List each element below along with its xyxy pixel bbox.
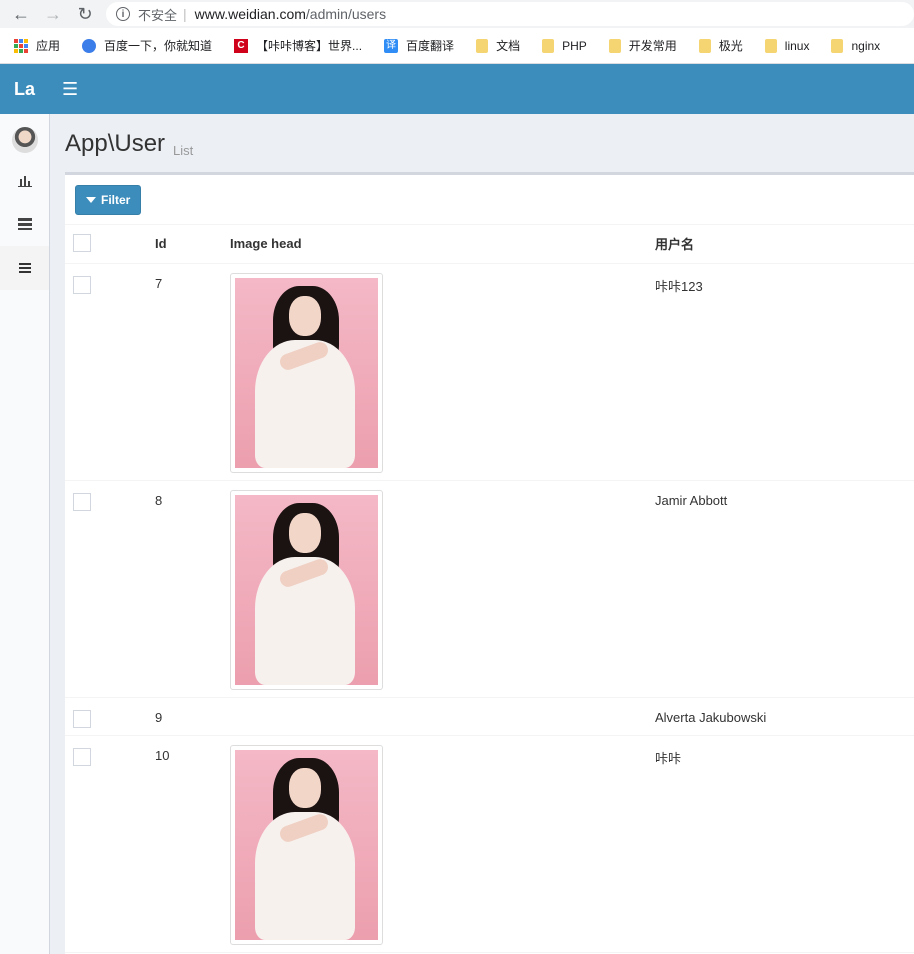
user-photo bbox=[235, 494, 378, 685]
app-header: La ☰ bbox=[0, 64, 914, 114]
image-cell bbox=[230, 697, 655, 736]
users-table: Id Image head 用户名 7 咔咔123 8 Jamir Abbott… bbox=[65, 225, 914, 953]
bookmark-label: nginx bbox=[851, 38, 881, 53]
info-icon[interactable]: i bbox=[116, 7, 130, 21]
row-select-cell bbox=[65, 263, 155, 481]
username-cell: Jamir Abbott bbox=[655, 480, 914, 698]
bookmark-label: 应用 bbox=[36, 39, 61, 53]
address-bar[interactable]: i 不安全 | www.weidian.com/admin/users bbox=[106, 2, 914, 26]
content-header: App\User List bbox=[65, 114, 914, 172]
image-head-thumbnail[interactable] bbox=[230, 489, 383, 690]
table-row: 7 咔咔123 bbox=[65, 263, 914, 481]
box-toolbar: Filter bbox=[65, 175, 914, 225]
page-subtitle: List bbox=[173, 143, 194, 158]
translate-icon: 译 bbox=[384, 38, 399, 53]
folder-icon bbox=[542, 38, 555, 53]
bookmark-baidu-translate[interactable]: 译 百度翻译 bbox=[384, 37, 454, 54]
row-checkbox[interactable] bbox=[73, 709, 91, 728]
sidebar-item-dashboard[interactable] bbox=[0, 158, 49, 202]
column-header-image: Image head bbox=[230, 225, 655, 264]
table-header-row: Id Image head 用户名 bbox=[65, 225, 914, 264]
folder-icon bbox=[764, 38, 777, 53]
image-cell bbox=[230, 480, 655, 698]
table-row: 10 咔咔 bbox=[65, 735, 914, 953]
username-cell: Alverta Jakubowski bbox=[655, 697, 914, 736]
image-cell bbox=[230, 735, 655, 953]
select-all-cell bbox=[65, 225, 155, 264]
bookmark-label: 文档 bbox=[496, 39, 521, 53]
bookmark-jiguang[interactable]: 极光 bbox=[698, 37, 743, 54]
bookmarks-bar: 应用 百度一下，你就知道 C 【咔咔博客】世界... 译 百度翻译 文档 PHP… bbox=[0, 28, 914, 64]
url-host: www.weidian.com bbox=[194, 6, 306, 22]
menu-toggle-icon[interactable]: ☰ bbox=[62, 79, 78, 100]
image-cell bbox=[230, 263, 655, 481]
id-cell: 10 bbox=[155, 735, 230, 953]
back-icon[interactable]: ← bbox=[10, 3, 32, 25]
browser-toolbar: ← → ↻ i 不安全 | www.weidian.com/admin/user… bbox=[0, 0, 914, 28]
image-head-thumbnail[interactable] bbox=[230, 272, 383, 473]
row-checkbox[interactable] bbox=[73, 747, 91, 766]
bookmark-label: PHP bbox=[562, 38, 587, 53]
url-path: /admin/users bbox=[305, 6, 387, 22]
image-head-thumbnail[interactable] bbox=[230, 744, 383, 945]
bookmark-label: 百度翻译 bbox=[406, 39, 455, 53]
user-photo bbox=[235, 277, 378, 468]
avatar bbox=[11, 127, 38, 153]
row-select-cell bbox=[65, 480, 155, 698]
bookmark-dev-common[interactable]: 开发常用 bbox=[608, 37, 677, 54]
user-photo bbox=[235, 749, 378, 940]
tasks-icon bbox=[17, 218, 32, 230]
bookmark-label: 【咔咔博客】世界... bbox=[256, 39, 363, 53]
table-row: 8 Jamir Abbott bbox=[65, 480, 914, 698]
bookmark-label: linux bbox=[784, 38, 810, 53]
bookmark-php[interactable]: PHP bbox=[542, 38, 587, 53]
sidebar-item-users[interactable] bbox=[0, 246, 49, 290]
id-cell: 7 bbox=[155, 263, 230, 481]
folder-icon bbox=[831, 38, 844, 53]
row-select-cell bbox=[65, 735, 155, 953]
bookmark-apps[interactable]: 应用 bbox=[14, 37, 60, 54]
bookmark-kaka-blog[interactable]: C 【咔咔博客】世界... bbox=[234, 37, 362, 54]
sidebar-user-avatar[interactable] bbox=[0, 114, 49, 158]
bookmark-nginx[interactable]: nginx bbox=[831, 38, 881, 53]
row-checkbox[interactable] bbox=[73, 275, 91, 294]
list-icon bbox=[18, 263, 31, 273]
bookmark-linux[interactable]: linux bbox=[764, 38, 810, 53]
folder-icon bbox=[608, 38, 621, 53]
content-area: App\User List Filter Id Image head 用户名 7… bbox=[50, 114, 914, 954]
username-cell: 咔咔 bbox=[655, 735, 914, 953]
bookmark-docs[interactable]: 文档 bbox=[476, 37, 520, 54]
bookmark-baidu[interactable]: 百度一下，你就知道 bbox=[82, 37, 212, 54]
bookmark-label: 极光 bbox=[718, 39, 743, 53]
filter-label: Filter bbox=[101, 192, 131, 207]
id-cell: 9 bbox=[155, 697, 230, 736]
column-header-username: 用户名 bbox=[655, 225, 914, 264]
filter-button[interactable]: Filter bbox=[75, 184, 142, 215]
row-checkbox[interactable] bbox=[73, 492, 91, 511]
select-all-checkbox[interactable] bbox=[73, 234, 91, 253]
c-icon: C bbox=[234, 38, 249, 53]
username-cell: 咔咔123 bbox=[655, 263, 914, 481]
bar-chart-icon bbox=[17, 176, 32, 187]
folder-icon bbox=[476, 38, 489, 53]
logo[interactable]: La bbox=[0, 79, 50, 100]
id-cell: 8 bbox=[155, 480, 230, 698]
column-header-id[interactable]: Id bbox=[155, 225, 230, 264]
apps-icon bbox=[14, 38, 28, 53]
filter-icon bbox=[86, 196, 96, 203]
sidebar bbox=[0, 114, 50, 954]
table-row: 9 Alverta Jakubowski bbox=[65, 697, 914, 736]
insecure-label: 不安全 bbox=[138, 7, 178, 23]
row-select-cell bbox=[65, 697, 155, 736]
sidebar-item-admin[interactable] bbox=[0, 202, 49, 246]
reload-icon[interactable]: ↻ bbox=[74, 3, 96, 25]
forward-icon[interactable]: → bbox=[42, 3, 64, 25]
bookmark-label: 百度一下，你就知道 bbox=[104, 39, 213, 53]
grid-box: Filter Id Image head 用户名 7 咔咔123 8 Jamir… bbox=[65, 172, 914, 954]
baidu-icon bbox=[82, 38, 97, 53]
address-separator: | bbox=[183, 6, 187, 22]
page-title: App\User bbox=[65, 130, 166, 157]
folder-icon bbox=[698, 38, 711, 53]
bookmark-label: 开发常用 bbox=[628, 39, 677, 53]
